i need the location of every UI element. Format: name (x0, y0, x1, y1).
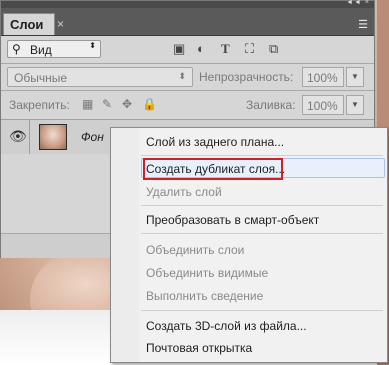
tab-close-icon[interactable]: × (57, 17, 64, 31)
panel-titlebar: ◄◄ × (1, 0, 374, 8)
filter-kind-select[interactable]: ⚲ Вид ⬍ (7, 40, 101, 58)
divider (29, 120, 30, 154)
image-filter-icon[interactable]: ▣ (173, 41, 185, 57)
opacity-label: Непрозрачность: (199, 70, 294, 84)
divider (1, 63, 374, 64)
menu-item-layer-from-background[interactable]: Слой из заднего плана... (146, 135, 284, 149)
blend-mode-value: Обычные (14, 71, 68, 85)
filter-row: ⚲ Вид ⬍ ▣ ◐ T ⛶ ⧉ (1, 37, 374, 63)
opacity-dropdown-icon[interactable]: ▼ (346, 67, 364, 87)
search-icon: ⚲ (12, 42, 21, 56)
menu-item-postcard[interactable]: Почтовая открытка (146, 341, 252, 355)
lock-move-icon[interactable]: ✥ (122, 97, 132, 111)
lock-label: Закрепить: (9, 98, 70, 112)
tab-layers[interactable]: Слои (3, 13, 55, 35)
tab-label: Слои (10, 17, 44, 32)
panel-menu-icon[interactable]: ☰ (358, 18, 368, 31)
collapse-close-controls[interactable]: ◄◄ × (346, 0, 370, 6)
divider (1, 90, 374, 91)
menu-item-duplicate-layer[interactable]: Создать дубликат слоя... (146, 162, 285, 176)
lock-brush-icon[interactable]: ✎ (102, 97, 112, 111)
context-menu: Слой из заднего плана... Создать дублика… (110, 127, 388, 363)
type-filter-icon[interactable]: T (221, 41, 230, 57)
blend-row: Обычные ⬍ Непрозрачность: 100% ▼ (1, 65, 374, 89)
menu-item-merge-layers[interactable]: Объединить слои (146, 243, 244, 257)
fill-dropdown-icon[interactable]: ▼ (346, 95, 364, 115)
fill-field[interactable]: 100% (302, 95, 344, 115)
menu-icon-gutter (111, 128, 139, 362)
adjustment-filter-icon[interactable]: ◐ (197, 41, 205, 56)
smart-object-filter-icon[interactable]: ⧉ (269, 41, 278, 57)
layer-thumbnail[interactable] (39, 124, 67, 150)
eye-icon[interactable]: 👁 (9, 128, 27, 145)
lock-row: Закрепить: ▦ ✎ ✥ 🔒 Заливка: 100% ▼ (1, 93, 374, 117)
lock-transparency-icon[interactable]: ▦ (82, 97, 93, 111)
chevron-down-icon: ⬍ (178, 71, 186, 81)
chevron-updown-icon: ⬍ (89, 41, 96, 50)
shape-filter-icon[interactable]: ⛶ (245, 41, 254, 57)
opacity-field[interactable]: 100% (302, 67, 344, 87)
blend-mode-select[interactable]: Обычные ⬍ (7, 67, 193, 87)
lock-all-icon[interactable]: 🔒 (142, 97, 157, 111)
panel-tab-row: Слои × ☰ (1, 8, 374, 36)
menu-separator (141, 155, 383, 156)
menu-item-merge-visible[interactable]: Объединить видимые (146, 266, 268, 280)
menu-item-new-3d-layer[interactable]: Создать 3D-слой из файла... (146, 319, 307, 333)
layer-name[interactable]: Фон (81, 130, 104, 144)
menu-separator (141, 205, 383, 206)
menu-item-convert-smart-object[interactable]: Преобразовать в смарт-объект (146, 213, 319, 227)
filter-kind-label: Вид (30, 43, 52, 57)
menu-item-flatten-image[interactable]: Выполнить сведение (146, 289, 263, 303)
menu-separator (141, 233, 383, 234)
menu-separator (141, 310, 383, 311)
menu-item-delete-layer[interactable]: Удалить слой (146, 185, 222, 199)
fill-label: Заливка: (246, 98, 296, 112)
